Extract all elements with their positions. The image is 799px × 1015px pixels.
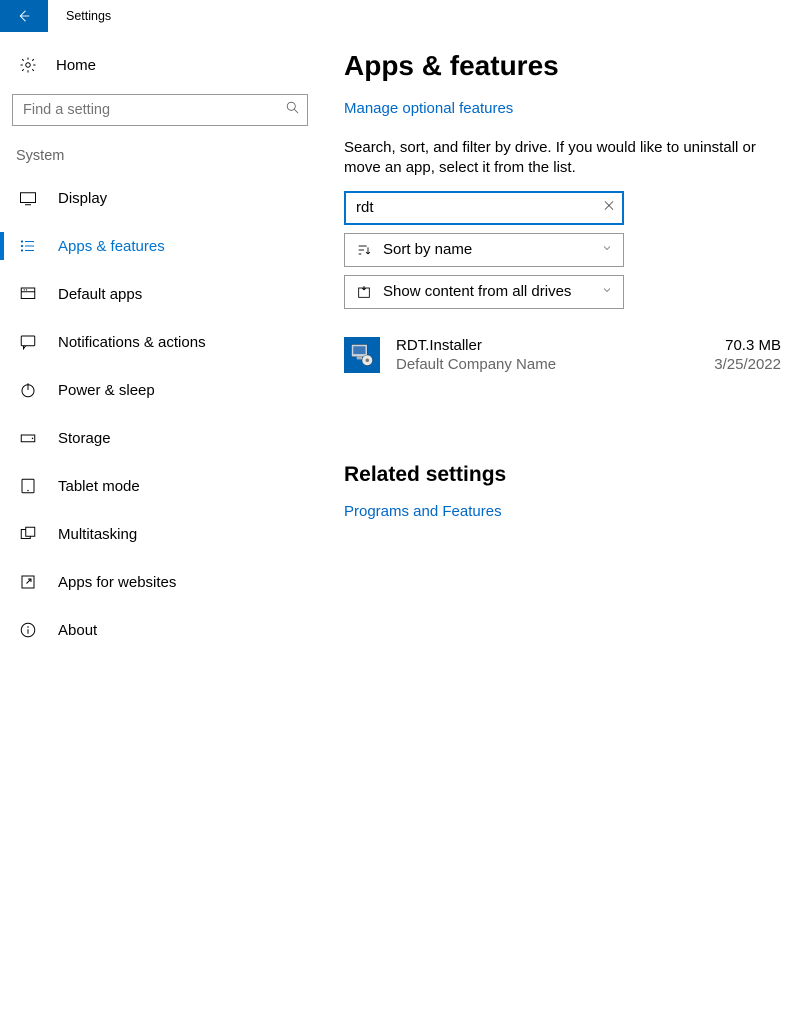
clear-search-button[interactable] (602, 198, 616, 217)
sidebar-item-multitasking[interactable]: Multitasking (0, 510, 320, 558)
drive-icon (355, 284, 373, 300)
home-label: Home (56, 57, 96, 74)
programs-features-link[interactable]: Programs and Features (344, 503, 502, 520)
chevron-down-icon (601, 283, 613, 300)
app-search-input[interactable] (344, 191, 624, 225)
sidebar-item-label: Notifications & actions (58, 334, 206, 351)
sidebar-item-label: Display (58, 190, 107, 207)
storage-icon (18, 429, 38, 447)
power-icon (18, 381, 38, 399)
category-header: System (12, 142, 308, 174)
open-icon (18, 573, 38, 591)
window-title: Settings (66, 9, 111, 23)
info-icon (18, 621, 38, 639)
close-icon (602, 198, 616, 212)
tablet-icon (18, 477, 38, 495)
app-date: 3/25/2022 (714, 356, 781, 373)
manage-optional-features-link[interactable]: Manage optional features (344, 100, 513, 117)
sidebar-item-power-sleep[interactable]: Power & sleep (0, 366, 320, 414)
page-title: Apps & features (344, 50, 781, 82)
related-settings-heading: Related settings (344, 463, 781, 487)
sidebar-item-label: Apps for websites (58, 574, 176, 591)
sort-label: Sort by name (383, 241, 601, 258)
chevron-down-icon (601, 241, 613, 258)
sidebar-item-apps-websites[interactable]: Apps for websites (0, 558, 320, 606)
sidebar-item-label: Power & sleep (58, 382, 155, 399)
app-search-box[interactable] (344, 191, 624, 225)
sidebar-item-about[interactable]: About (0, 606, 320, 654)
sidebar-item-label: Apps & features (58, 238, 165, 255)
app-icon (344, 337, 380, 373)
sort-icon (355, 242, 373, 258)
default-apps-icon (18, 285, 38, 303)
list-icon (18, 237, 38, 255)
sidebar-item-label: Tablet mode (58, 478, 140, 495)
display-icon (18, 189, 38, 207)
intro-text: Search, sort, and filter by drive. If yo… (344, 138, 764, 179)
sidebar-item-label: Storage (58, 430, 111, 447)
arrow-left-icon (15, 7, 33, 25)
home-nav[interactable]: Home (12, 44, 308, 88)
app-name: RDT.Installer (396, 337, 714, 354)
sidebar-item-apps-features[interactable]: Apps & features (0, 222, 320, 270)
filter-label: Show content from all drives (383, 283, 601, 300)
find-setting-input[interactable] (12, 94, 308, 126)
filter-combo[interactable]: Show content from all drives (344, 275, 624, 309)
notifications-icon (18, 333, 38, 351)
find-setting-search[interactable] (12, 94, 308, 126)
app-company: Default Company Name (396, 356, 714, 373)
sidebar-item-label: Multitasking (58, 526, 137, 543)
sort-combo[interactable]: Sort by name (344, 233, 624, 267)
sidebar-item-default-apps[interactable]: Default apps (0, 270, 320, 318)
sidebar-item-tablet-mode[interactable]: Tablet mode (0, 462, 320, 510)
gear-icon (18, 56, 38, 74)
sidebar-item-label: Default apps (58, 286, 142, 303)
app-size: 70.3 MB (714, 337, 781, 354)
app-list-item[interactable]: RDT.Installer Default Company Name 70.3 … (344, 327, 781, 383)
sidebar-item-label: About (58, 622, 97, 639)
sidebar-item-notifications[interactable]: Notifications & actions (0, 318, 320, 366)
sidebar-item-display[interactable]: Display (0, 174, 320, 222)
sidebar-item-storage[interactable]: Storage (0, 414, 320, 462)
multitasking-icon (18, 525, 38, 543)
back-button[interactable] (0, 0, 48, 32)
